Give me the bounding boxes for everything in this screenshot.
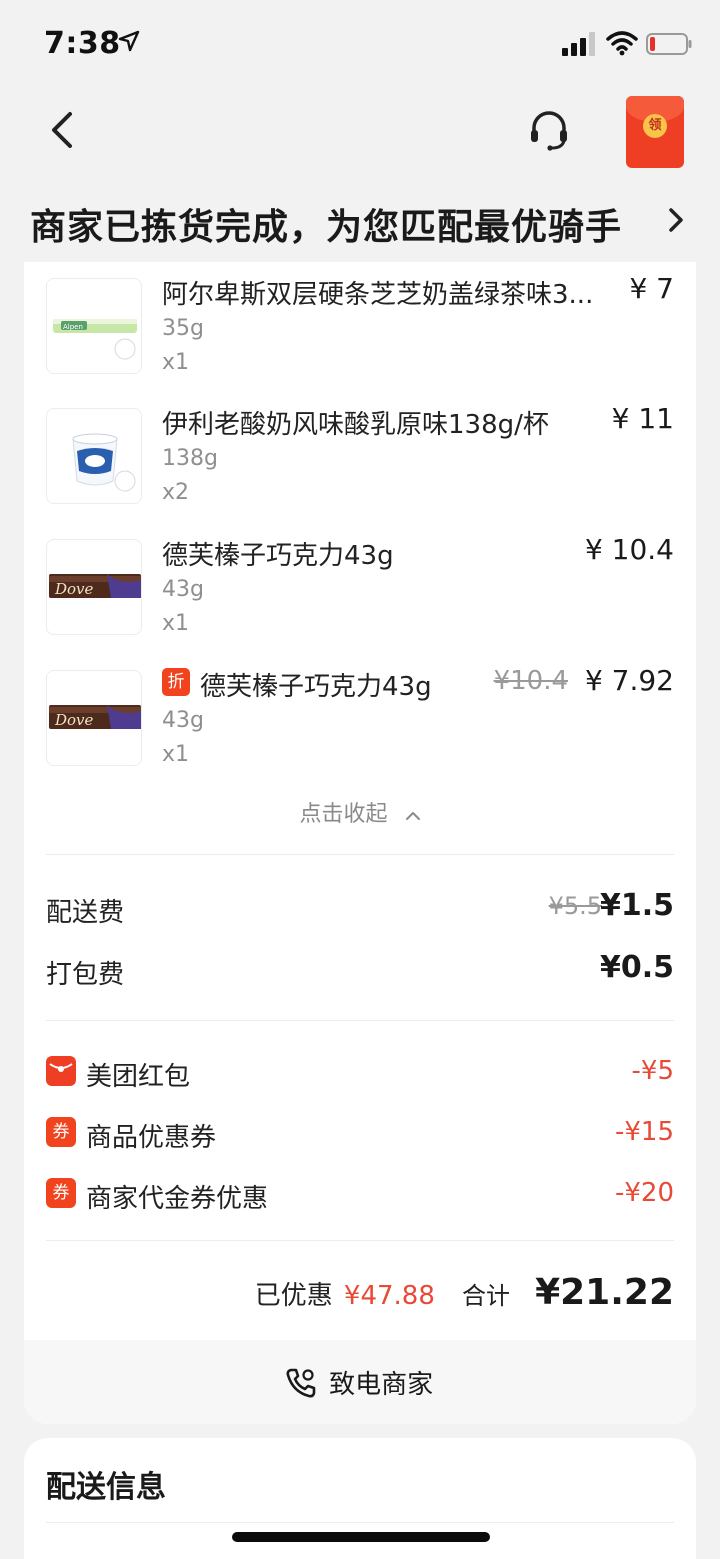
product-item[interactable]: Dove 折 德芙榛子巧克力43g 43g x1 ¥10.4 ¥ 7.92 <box>46 656 674 767</box>
cellular-signal-icon <box>562 32 595 56</box>
call-merchant-label: 致电商家 <box>329 1370 434 1400</box>
product-price: ¥ 7 <box>629 272 674 305</box>
discount-tag: 折 <box>162 668 190 696</box>
product-quantity: x1 <box>162 742 190 767</box>
red-packet-button[interactable]: 领 <box>626 96 684 168</box>
delivery-fee-original: ¥5.5 <box>548 892 602 920</box>
order-summary: 已优惠 ¥47.88 合计 ¥21.22 <box>255 1272 674 1316</box>
candy-image-icon: Alpen <box>53 319 137 360</box>
divider <box>46 1020 674 1021</box>
total-label: 合计 <box>461 1282 510 1310</box>
product-thumbnail: Dove <box>46 539 142 635</box>
location-arrow-icon <box>118 30 140 52</box>
phone-icon <box>286 1368 316 1397</box>
product-spec: 138g <box>162 446 218 471</box>
call-merchant-button[interactable]: 致电商家 <box>24 1340 696 1424</box>
svg-text:Alpen: Alpen <box>63 323 83 331</box>
product-name: 德芙榛子巧克力43g <box>200 672 432 702</box>
saved-value: ¥47.88 <box>343 1281 435 1311</box>
total-value: ¥21.22 <box>535 1272 674 1313</box>
call-merchant-content: 致电商家 <box>284 1364 433 1400</box>
chocolate-bar-image-icon: Dove <box>49 705 141 729</box>
battery-low-icon <box>646 33 692 55</box>
product-spec: 43g <box>162 577 204 602</box>
product-quantity: x1 <box>162 611 190 636</box>
product-name: 阿尔卑斯双层硬条芝芝奶盖绿茶味3... <box>162 280 594 310</box>
divider <box>46 854 674 855</box>
coupon-icon: 券 <box>46 1117 76 1147</box>
delivery-fee-label: 配送费 <box>46 898 125 928</box>
red-packet-icon <box>46 1056 76 1086</box>
product-spec: 35g <box>162 316 204 341</box>
coupon-icon: 券 <box>46 1178 76 1208</box>
promo-label: 商家代金券优惠 <box>86 1184 269 1214</box>
product-item[interactable]: Dove 德芙榛子巧克力43g 43g x1 ¥ 10.4 <box>46 525 674 636</box>
chocolate-bar-image-icon: Dove <box>49 574 141 598</box>
packing-fee-row: 打包费 ¥0.5 <box>46 950 674 990</box>
promo-row-product-coupon: 券 商品优惠券 -¥15 <box>46 1113 674 1153</box>
delivery-fee-value: ¥1.5 <box>599 888 674 923</box>
order-card: Alpen 阿尔卑斯双层硬条芝芝奶盖绿茶味3... 35g x1 ¥ 7 伊利老 <box>24 262 696 1424</box>
product-name: 德芙榛子巧克力43g <box>162 541 394 571</box>
chevron-right-icon[interactable] <box>664 206 688 234</box>
product-thumbnail: Alpen <box>46 278 142 374</box>
svg-text:Dove: Dove <box>54 711 94 729</box>
product-thumbnail: Dove <box>46 670 142 766</box>
packing-fee-value: ¥0.5 <box>599 950 674 985</box>
product-quantity: x2 <box>162 480 190 505</box>
promo-label: 商品优惠券 <box>86 1123 217 1153</box>
promo-row-merchant-voucher: 券 商家代金券优惠 -¥20 <box>46 1174 674 1214</box>
product-spec: 43g <box>162 708 204 733</box>
back-button[interactable] <box>42 108 82 152</box>
product-name: 伊利老酸奶风味酸乳原味138g/杯 <box>162 410 549 440</box>
product-original-price: ¥10.4 <box>493 666 568 696</box>
collapse-label: 点击收起 <box>299 802 388 827</box>
divider <box>46 1522 674 1523</box>
promo-value: -¥15 <box>614 1117 674 1147</box>
promo-value: -¥20 <box>614 1178 674 1208</box>
status-time: 7:38 <box>44 26 121 61</box>
collapse-toggle[interactable]: 点击收起 <box>24 796 696 828</box>
status-bar: 7:38 <box>0 0 720 88</box>
chevron-up-icon <box>405 812 420 820</box>
product-thumbnail <box>46 408 142 504</box>
product-quantity: x1 <box>162 350 190 375</box>
svg-text:Dove: Dove <box>54 580 94 598</box>
product-item[interactable]: 伊利老酸奶风味酸乳原味138g/杯 138g x2 ¥ 11 <box>46 394 674 505</box>
saved-label: 已优惠 <box>254 1281 333 1311</box>
delivery-info-title: 配送信息 <box>46 1470 166 1505</box>
order-status-title[interactable]: 商家已拣货完成，为您匹配最优骑手 <box>30 198 622 250</box>
promo-value: -¥5 <box>631 1056 674 1086</box>
wifi-icon <box>606 31 638 56</box>
delivery-fee-row: 配送费 ¥5.5 ¥1.5 <box>46 888 674 928</box>
order-detail-page: 7:38 领 商家已拣货完成，为您匹配最优骑手 Alpen 阿尔卑斯双层硬条芝芝… <box>0 0 720 1559</box>
red-packet-seal: 领 <box>643 114 667 138</box>
product-price: ¥ 11 <box>611 402 674 435</box>
product-price: ¥ 10.4 <box>584 533 674 566</box>
packing-fee-label: 打包费 <box>46 960 125 990</box>
customer-service-icon[interactable] <box>526 108 572 154</box>
product-item[interactable]: Alpen 阿尔卑斯双层硬条芝芝奶盖绿茶味3... 35g x1 ¥ 7 <box>46 264 674 375</box>
yogurt-cup-image-icon <box>72 433 136 492</box>
promo-row-red-packet: 美团红包 -¥5 <box>46 1052 674 1092</box>
home-indicator[interactable] <box>232 1532 490 1542</box>
divider <box>46 1240 674 1241</box>
product-price: ¥ 7.92 <box>584 664 674 697</box>
promo-label: 美团红包 <box>86 1062 191 1092</box>
